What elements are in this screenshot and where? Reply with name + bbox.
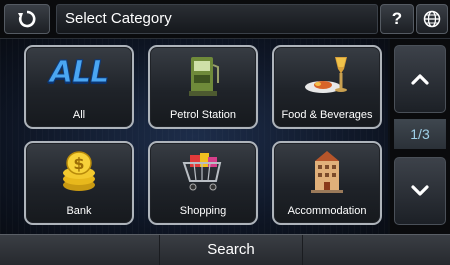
bottom-bar-right-segment: [302, 235, 450, 265]
page-up-button[interactable]: [394, 45, 446, 113]
category-food-beverages[interactable]: Food & Beverages: [272, 45, 382, 129]
category-label: All: [72, 109, 86, 121]
help-button[interactable]: ?: [380, 4, 414, 34]
pager-panel: 1/3: [390, 39, 450, 234]
refresh-back-icon: [18, 10, 36, 28]
category-petrol-station[interactable]: Petrol Station: [148, 45, 258, 129]
page-indicator: 1/3: [394, 119, 446, 149]
back-button[interactable]: [4, 4, 50, 34]
svg-text:$: $: [73, 154, 84, 173]
hotel-building-icon: [307, 149, 347, 197]
all-icon: ALL: [49, 55, 109, 91]
globe-icon: [423, 10, 441, 28]
category-accommodation[interactable]: Accommodation: [272, 141, 382, 225]
bottom-bar-left-segment: [0, 235, 160, 265]
page-title: Select Category: [56, 4, 378, 34]
search-button[interactable]: Search: [160, 235, 302, 265]
category-grid: ALL All Petrol Station Food & Beverages …: [0, 39, 388, 234]
category-label: Petrol Station: [169, 109, 237, 121]
bottom-bar: Search: [0, 234, 450, 265]
chevron-down-icon: [411, 185, 429, 196]
category-all[interactable]: ALL All: [24, 45, 134, 129]
help-label: ?: [391, 9, 403, 28]
shopping-cart-icon: [180, 149, 226, 197]
category-label: Shopping: [179, 205, 227, 217]
category-label: Bank: [66, 205, 92, 217]
category-label: Accommodation: [287, 205, 367, 217]
top-bar: Select Category ?: [0, 0, 450, 39]
category-label: Food & Beverages: [281, 109, 373, 121]
chevron-up-icon: [411, 74, 429, 85]
category-bank[interactable]: $ Bank: [24, 141, 134, 225]
petrol-pump-icon: [183, 53, 223, 101]
coins-icon: $: [57, 149, 101, 197]
language-button[interactable]: [416, 4, 448, 34]
category-shopping[interactable]: Shopping: [148, 141, 258, 225]
food-plate-icon: [301, 53, 353, 101]
page-down-button[interactable]: [394, 157, 446, 225]
all-icon-text: ALL: [49, 55, 109, 91]
